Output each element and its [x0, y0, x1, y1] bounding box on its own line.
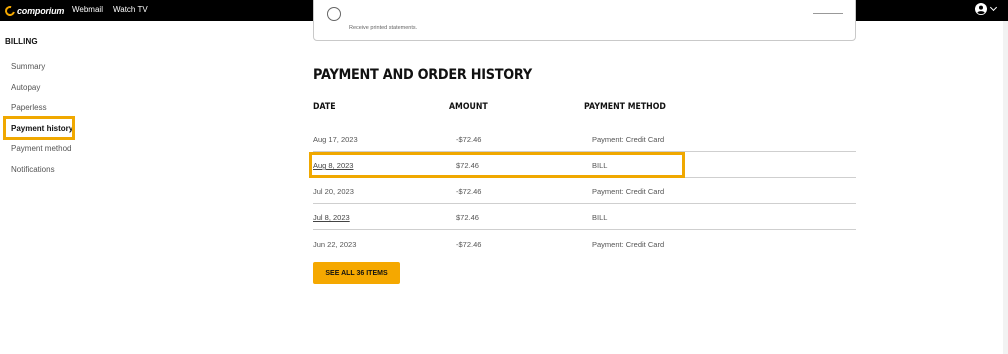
nav-watch-tv-link[interactable]: Watch TV — [113, 5, 148, 14]
logo-text: comporium — [17, 5, 65, 16]
row-highlight-box — [309, 152, 685, 178]
table-row: Aug 17, 2023 -$72.46 Payment: Credit Car… — [313, 126, 856, 152]
column-header-payment-method: PAYMENT METHOD — [584, 102, 666, 112]
sidebar-item-summary[interactable]: Summary — [11, 62, 45, 71]
sidebar-item-paperless[interactable]: Paperless — [11, 103, 47, 112]
row-method: Payment: Credit Card — [592, 187, 665, 196]
row-amount: -$72.46 — [456, 135, 482, 144]
column-header-amount: AMOUNT — [449, 102, 488, 112]
chevron-down-icon — [989, 3, 998, 12]
row-method: BILL — [592, 213, 608, 222]
row-method: Payment: Credit Card — [592, 240, 665, 249]
table-row: Jun 22, 2023 -$72.46 Payment: Credit Car… — [313, 231, 856, 257]
sidebar-item-autopay[interactable]: Autopay — [11, 83, 40, 92]
row-date-link[interactable]: Jul 8, 2023 — [313, 213, 350, 222]
row-date: Aug 17, 2023 — [313, 135, 358, 144]
row-amount: -$72.46 — [456, 240, 482, 249]
sidebar-item-notifications[interactable]: Notifications — [11, 165, 55, 174]
row-amount: $72.46 — [456, 213, 479, 222]
printed-statements-radio[interactable] — [327, 7, 341, 21]
table-row: Jul 8, 2023 $72.46 BILL — [313, 204, 856, 230]
row-date: Jul 20, 2023 — [313, 187, 354, 196]
printed-statements-label: Receive printed statements. — [349, 25, 418, 31]
row-method: Payment: Credit Card — [592, 135, 665, 144]
account-menu-button[interactable] — [975, 3, 998, 15]
sidebar-heading: BILLING — [5, 37, 38, 46]
card-right-text — [813, 13, 843, 14]
logo-mark-icon — [3, 3, 17, 18]
column-header-date: DATE — [313, 102, 336, 112]
table-row: Jul 20, 2023 -$72.46 Payment: Credit Car… — [313, 178, 856, 204]
page-title: PAYMENT AND ORDER HISTORY — [313, 67, 532, 83]
comporium-logo[interactable]: comporium — [3, 3, 65, 18]
row-date: Jun 22, 2023 — [313, 240, 357, 249]
sidebar-item-payment-method[interactable]: Payment method — [11, 144, 71, 153]
scrollbar-track[interactable] — [1003, 21, 1008, 354]
active-item-highlight — [3, 116, 75, 140]
nav-webmail-link[interactable]: Webmail — [72, 5, 103, 14]
see-all-items-button[interactable]: SEE ALL 36 ITEMS — [313, 262, 400, 284]
row-amount: -$72.46 — [456, 187, 482, 196]
user-circle-icon — [975, 3, 987, 15]
statement-option-card: Receive printed statements. — [313, 0, 856, 41]
